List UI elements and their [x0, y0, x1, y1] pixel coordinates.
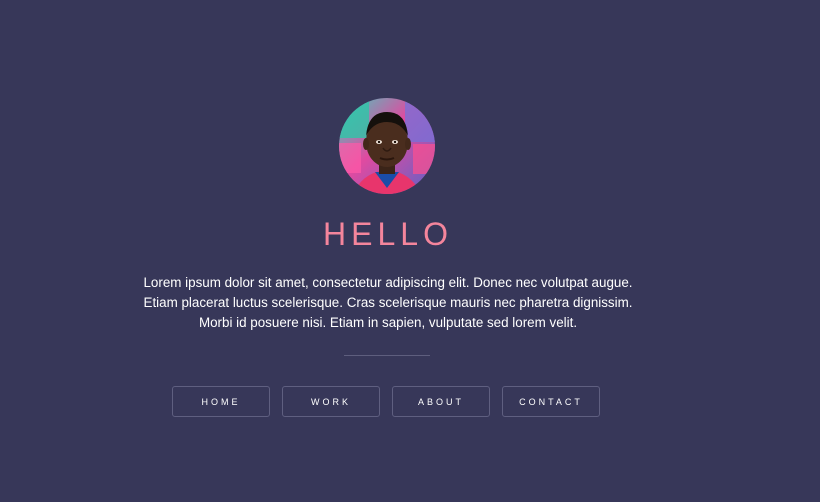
bio-text: Lorem ipsum dolor sit amet, consectetur … — [143, 275, 633, 330]
nav-button-contact[interactable]: CONTACT — [502, 386, 600, 417]
nav-button-home[interactable]: HOME — [172, 386, 270, 417]
greeting-heading: HELLO — [323, 216, 453, 252]
nav-button-work[interactable]: WORK — [282, 386, 380, 417]
avatar — [339, 98, 435, 194]
profile-photo — [339, 98, 435, 194]
main-nav: HOME WORK ABOUT CONTACT — [172, 386, 600, 417]
nav-button-about[interactable]: ABOUT — [392, 386, 490, 417]
divider — [344, 355, 430, 356]
